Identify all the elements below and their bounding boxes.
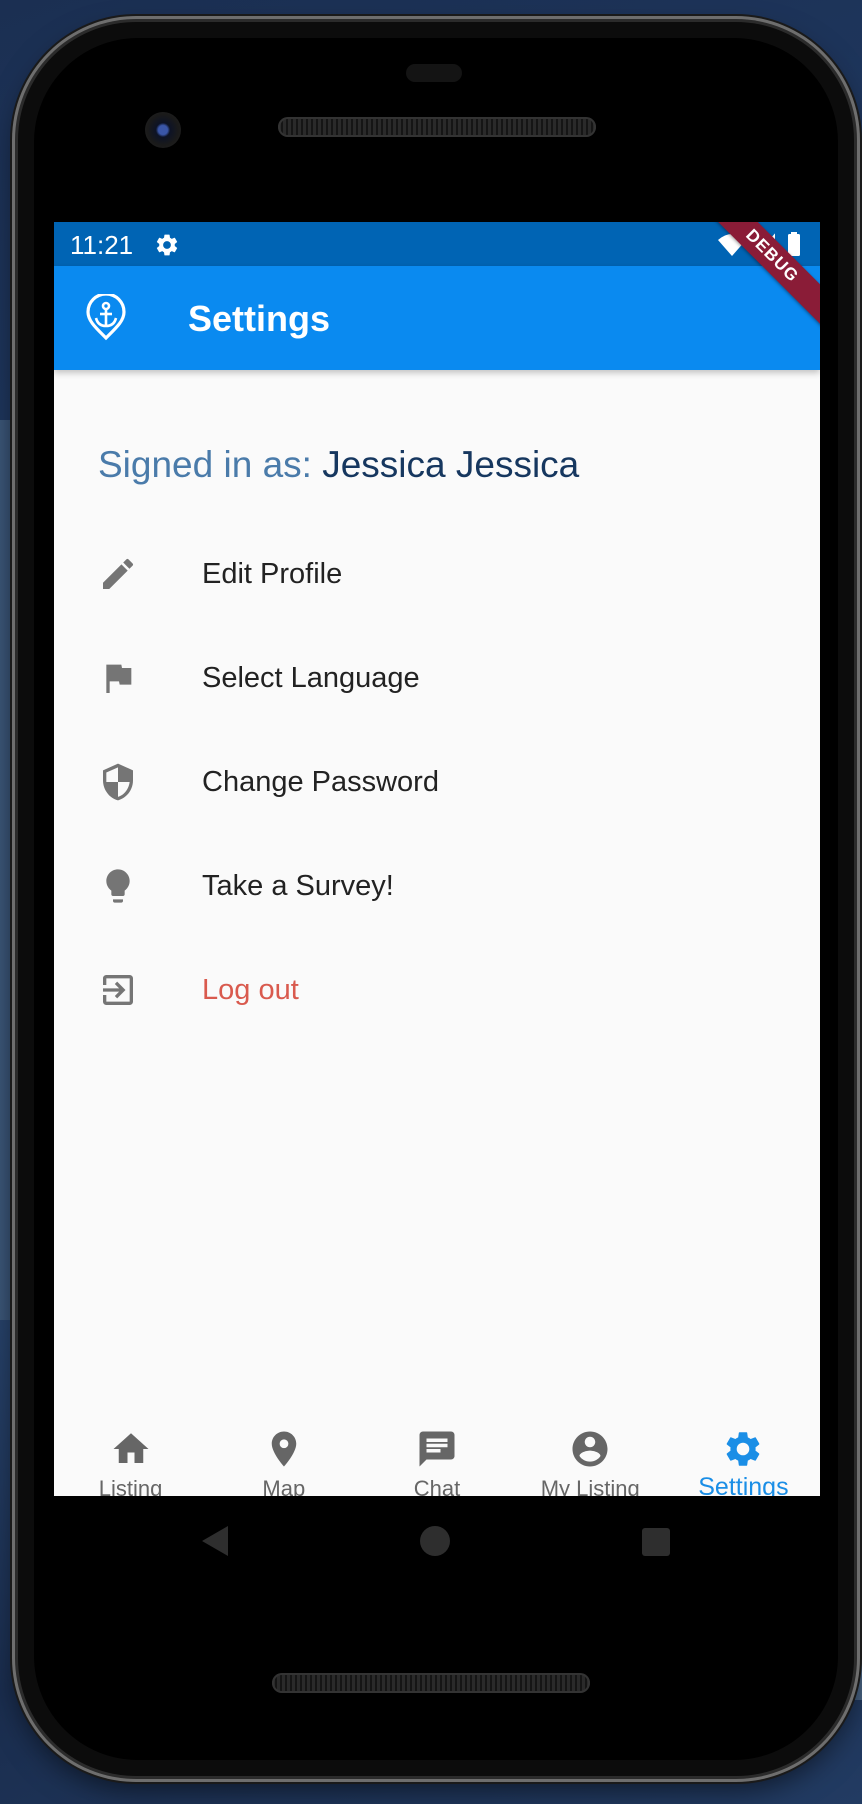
menu-item-label: Log out [202, 974, 299, 1006]
pencil-icon [103, 558, 134, 589]
menu-item-log-out[interactable]: Log out [54, 938, 820, 1042]
shield-icon [103, 763, 133, 801]
bottom-navigation: Listing Map Chat My Listing Settings [54, 1388, 820, 1496]
nav-item-my-listing[interactable]: My Listing [514, 1388, 667, 1496]
status-time: 11:21 [70, 230, 134, 260]
menu-item-label: Change Password [202, 766, 439, 798]
chat-icon [419, 1431, 455, 1467]
map-pin-icon [271, 1431, 297, 1467]
nav-label: Settings [698, 1473, 789, 1496]
battery-icon [788, 234, 800, 256]
nav-item-settings[interactable]: Settings [667, 1388, 820, 1496]
home-button[interactable] [420, 1526, 450, 1556]
lightbulb-icon [106, 869, 130, 903]
back-icon[interactable] [200, 1524, 230, 1558]
settings-icon [727, 1432, 760, 1466]
nav-item-map[interactable]: Map [207, 1388, 360, 1496]
nav-item-chat[interactable]: Chat [360, 1388, 513, 1496]
menu-item-change-password[interactable]: Change Password [54, 730, 820, 834]
menu-item-label: Edit Profile [202, 558, 343, 590]
front-camera [145, 112, 181, 148]
gear-icon [156, 234, 178, 256]
android-navigation-bar [54, 1496, 820, 1586]
page-title: Settings [188, 298, 331, 339]
earpiece [406, 64, 462, 82]
menu-item-take-survey[interactable]: Take a Survey! [54, 834, 820, 938]
app-screen: 11:21 Settings DEBUG Signed in as: Jessi… [54, 222, 820, 1496]
menu-item-label: Select Language [202, 662, 420, 694]
flag-icon [106, 664, 132, 693]
account-circle-icon [572, 1431, 608, 1467]
nav-item-listing[interactable]: Listing [54, 1388, 207, 1496]
signed-in-label: Signed in as: [98, 444, 323, 485]
app-bar: Settings [54, 266, 820, 370]
bottom-speaker-grille [272, 1673, 590, 1693]
menu-item-label: Take a Survey! [202, 870, 394, 902]
settings-menu: Edit Profile Select Language Change Pass… [54, 522, 820, 1042]
status-bar: 11:21 [54, 222, 820, 266]
nav-label: Map [262, 1476, 306, 1496]
anchor-pin-icon[interactable] [82, 294, 130, 342]
recent-apps-button[interactable] [642, 1528, 670, 1556]
top-speaker-grille [278, 117, 596, 137]
signed-in-info: Signed in as: Jessica Jessica [98, 444, 579, 486]
nav-label: My Listing [540, 1476, 640, 1496]
menu-item-edit-profile[interactable]: Edit Profile [54, 522, 820, 626]
nav-label: Chat [413, 1476, 461, 1496]
nav-label: Listing [98, 1476, 163, 1496]
home-icon [113, 1433, 149, 1463]
user-name: Jessica Jessica [322, 444, 580, 485]
logout-icon [103, 975, 133, 1005]
menu-item-select-language[interactable]: Select Language [54, 626, 820, 730]
